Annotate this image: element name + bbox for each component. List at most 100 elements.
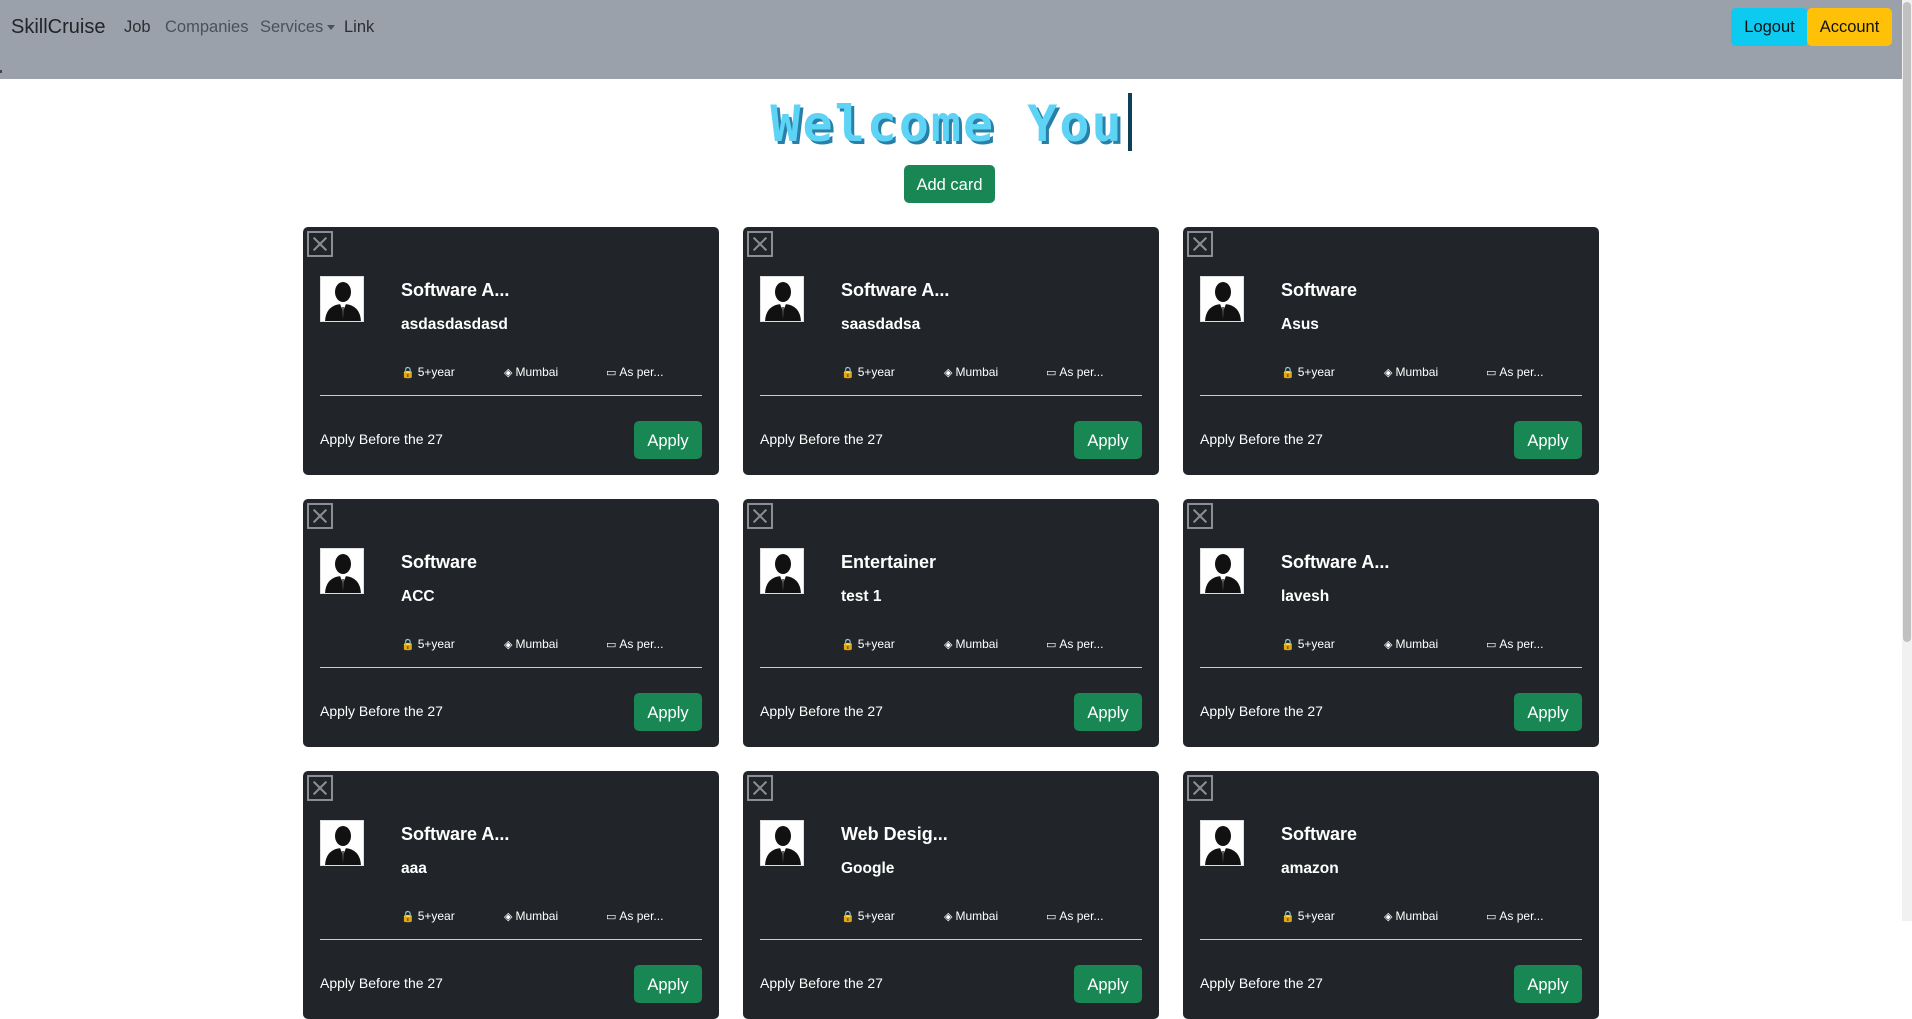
person-silhouette-icon [1201, 277, 1243, 321]
job-card: Entertainer test 1 🔒 5+year ◈ Mumbai ▭ As p… [743, 499, 1159, 747]
close-icon[interactable] [307, 231, 333, 257]
welcome-heading: Welcome You [0, 93, 1902, 153]
apply-button[interactable]: Apply [1514, 965, 1582, 1003]
apply-button[interactable]: Apply [1514, 421, 1582, 459]
salary-meta: ▭ As per... [1046, 365, 1103, 379]
wallet-icon: ▭ [1486, 639, 1497, 651]
location-text: Mumbai [955, 365, 999, 379]
apply-deadline: Apply Before the 27 [1200, 431, 1323, 447]
location-icon: ◈ [944, 367, 953, 379]
close-icon[interactable] [307, 503, 333, 529]
close-icon[interactable] [1187, 231, 1213, 257]
salary-text: As per... [619, 365, 664, 379]
wallet-icon: ▭ [606, 367, 617, 379]
close-icon[interactable] [1187, 503, 1213, 529]
apply-deadline: Apply Before the 27 [1200, 703, 1323, 719]
close-icon[interactable] [747, 775, 773, 801]
welcome-text: Welcome You [770, 95, 1124, 153]
avatar [320, 548, 364, 594]
job-title: Software [1281, 280, 1358, 300]
person-silhouette-icon [761, 821, 803, 865]
location-meta: ◈ Mumbai [944, 365, 998, 379]
salary-text: As per... [1059, 365, 1104, 379]
company-name: amazon [1281, 860, 1339, 877]
briefcase-icon: 🔒 [1281, 639, 1295, 651]
experience-text: 5+year [1297, 637, 1335, 651]
apply-deadline: Apply Before the 27 [1200, 975, 1323, 991]
account-button[interactable]: Account [1807, 8, 1892, 46]
experience-text: 5+year [1297, 365, 1335, 379]
salary-meta: ▭ As per... [1486, 637, 1543, 651]
company-name: ACC [401, 588, 435, 605]
job-card: Software A... saasdadsa 🔒 5+year ◈ Mumbai … [743, 227, 1159, 475]
experience-text: 5+year [417, 637, 455, 651]
person-silhouette-icon [761, 277, 803, 321]
location-icon: ◈ [1384, 367, 1393, 379]
wallet-icon: ▭ [1486, 367, 1497, 379]
job-card: Software A... aaa 🔒 5+year ◈ Mumbai ▭ As pe… [303, 771, 719, 1019]
divider [1200, 939, 1582, 940]
close-icon[interactable] [307, 775, 333, 801]
briefcase-icon: 🔒 [841, 639, 855, 651]
apply-button[interactable]: Apply [634, 693, 702, 731]
typing-cursor [1127, 93, 1132, 151]
nav-link-companies[interactable]: Companies [165, 18, 248, 37]
job-card: Software amazon 🔒 5+year ◈ Mumbai ▭ As per.… [1183, 771, 1599, 1019]
apply-deadline: Apply Before the 27 [320, 703, 443, 719]
add-card-button[interactable]: Add card [904, 165, 995, 203]
location-text: Mumbai [515, 365, 559, 379]
avatar [320, 820, 364, 866]
salary-text: As per... [619, 637, 664, 651]
navbar: SkillCruise Job Companies Services Link … [0, 0, 1902, 79]
avatar [1200, 548, 1244, 594]
logout-button[interactable]: Logout [1731, 8, 1808, 46]
job-title: Entertainer [841, 552, 937, 572]
job-card: Software A... lavesh 🔒 5+year ◈ Mumbai ▭ As… [1183, 499, 1599, 747]
location-text: Mumbai [955, 637, 999, 651]
person-silhouette-icon [1201, 549, 1243, 593]
location-icon: ◈ [1384, 639, 1393, 651]
avatar [760, 820, 804, 866]
apply-button[interactable]: Apply [634, 965, 702, 1003]
apply-button[interactable]: Apply [1074, 693, 1142, 731]
experience-text: 5+year [857, 365, 895, 379]
nav-link-job[interactable]: Job [124, 18, 151, 37]
divider [320, 395, 702, 396]
apply-button[interactable]: Apply [1514, 693, 1582, 731]
apply-deadline: Apply Before the 27 [320, 431, 443, 447]
nav-link-link[interactable]: Link [344, 18, 374, 37]
close-icon[interactable] [1187, 775, 1213, 801]
brand-logo[interactable]: SkillCruise [11, 16, 105, 39]
experience-text: 5+year [857, 637, 895, 651]
close-icon[interactable] [747, 231, 773, 257]
company-name: aaa [401, 860, 427, 877]
experience-meta: 🔒 5+year [401, 365, 455, 379]
salary-text: As per... [1499, 365, 1544, 379]
apply-button[interactable]: Apply [1074, 965, 1142, 1003]
divider [1200, 395, 1582, 396]
company-name: Asus [1281, 316, 1319, 333]
nav-dropdown-services-label: Services [260, 18, 324, 36]
person-silhouette-icon [761, 549, 803, 593]
apply-button[interactable]: Apply [1074, 421, 1142, 459]
briefcase-icon: 🔒 [1281, 367, 1295, 379]
experience-meta: 🔒 5+year [841, 365, 895, 379]
apply-button[interactable]: Apply [634, 421, 702, 459]
person-silhouette-icon [321, 821, 363, 865]
wallet-icon: ▭ [606, 639, 617, 651]
divider [760, 667, 1142, 668]
job-card: Web Desig... Google 🔒 5+year ◈ Mumbai ▭ As … [743, 771, 1159, 1019]
company-name: asdasdasdasd [401, 316, 508, 333]
location-icon: ◈ [504, 639, 513, 651]
wallet-icon: ▭ [1046, 367, 1057, 379]
nav-dropdown-services[interactable]: Services [260, 18, 336, 37]
avatar [1200, 276, 1244, 322]
apply-deadline: Apply Before the 27 [760, 431, 883, 447]
location-icon: ◈ [944, 911, 953, 923]
location-text: Mumbai [1395, 637, 1439, 651]
company-name: Google [841, 860, 895, 877]
page-scrollbar[interactable] [1902, 0, 1912, 921]
close-icon[interactable] [747, 503, 773, 529]
scrollbar-thumb[interactable] [1903, 2, 1911, 642]
experience-meta: 🔒 5+year [1281, 365, 1335, 379]
